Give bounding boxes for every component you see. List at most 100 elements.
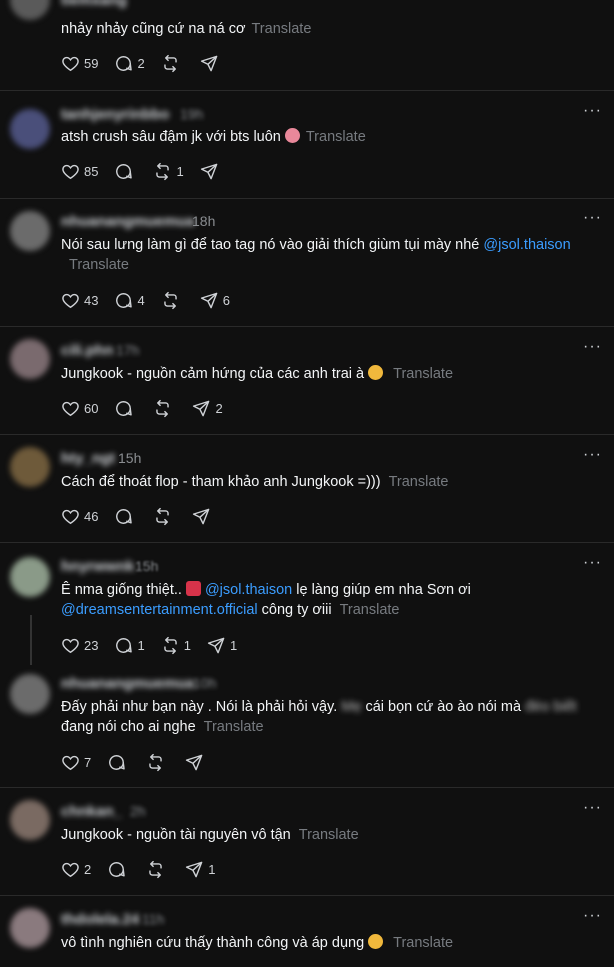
like-count: 59 [84, 55, 99, 71]
repost-icon [163, 636, 177, 654]
translate-link[interactable]: Translate [69, 257, 129, 273]
translate-link[interactable]: Translate [393, 935, 453, 951]
like-button[interactable]: 43 [61, 291, 98, 310]
username[interactable]: tiemxang [61, 0, 127, 9]
like-button[interactable]: 7 [61, 753, 91, 772]
reply-button[interactable]: 1 [114, 636, 145, 655]
avatar[interactable] [10, 211, 50, 251]
avatar[interactable] [10, 800, 50, 840]
avatar[interactable] [10, 109, 50, 149]
avatar[interactable] [10, 447, 50, 487]
avatar[interactable] [10, 339, 50, 379]
more-icon[interactable]: ··· [583, 799, 602, 817]
translate-link[interactable]: Translate [340, 602, 400, 618]
mention-link[interactable]: @jsol.thaison [205, 582, 292, 598]
translate-link[interactable]: Translate [299, 827, 359, 843]
reply-count: 4 [137, 292, 145, 308]
more-icon[interactable]: ··· [583, 554, 602, 572]
send-icon [207, 637, 225, 653]
share-button[interactable] [185, 753, 208, 772]
reply-button[interactable] [107, 753, 130, 772]
send-icon [200, 292, 218, 308]
mention-link[interactable]: @jsol.thaison [483, 237, 570, 253]
more-icon[interactable]: ··· [583, 446, 602, 464]
username[interactable]: hty_ngt [61, 450, 115, 467]
mention-link[interactable]: @dreamsentertainment.official [61, 602, 258, 618]
share-button[interactable]: 6 [200, 291, 230, 310]
repost-button[interactable]: 1 [153, 162, 184, 181]
repost-button[interactable] [153, 507, 176, 526]
post-text: Cách để thoát flop - tham khảo anh Jungk… [61, 472, 594, 492]
username[interactable]: chnkan_ [61, 803, 122, 820]
translate-link[interactable]: Translate [393, 366, 453, 382]
like-count: 2 [84, 861, 92, 877]
repost-button[interactable]: 1 [161, 636, 191, 655]
share-button[interactable] [200, 54, 223, 73]
repost-button[interactable] [153, 399, 176, 418]
translate-link[interactable]: Translate [306, 129, 366, 145]
avatar[interactable] [10, 557, 50, 597]
repost-button[interactable] [161, 291, 184, 310]
share-button[interactable]: 1 [185, 860, 215, 879]
action-bar: 85 1 [61, 161, 239, 181]
smirk-emoji-icon [368, 934, 384, 949]
post-text: Đấy phải như bạn này . Nói là phải hỏi v… [61, 697, 594, 737]
like-button[interactable]: 60 [61, 399, 98, 418]
repost-button[interactable] [146, 860, 169, 879]
avatar[interactable] [10, 908, 50, 948]
share-button[interactable]: 1 [207, 636, 237, 655]
repost-button[interactable] [161, 54, 184, 73]
reply-button[interactable] [114, 399, 137, 418]
translate-link[interactable]: Translate [389, 474, 449, 490]
repost-button[interactable] [146, 753, 169, 772]
like-button[interactable]: 2 [61, 860, 91, 879]
send-icon [186, 754, 203, 770]
timestamp: 19h [180, 106, 204, 122]
action-bar: 60 2 [61, 398, 239, 418]
post-text: nhảy nhảy cũng cứ na ná cơ Translate [61, 19, 594, 39]
like-button[interactable]: 23 [61, 636, 98, 655]
more-icon[interactable]: ··· [583, 338, 602, 356]
timestamp: 17h [116, 342, 140, 358]
comment-icon [109, 754, 125, 770]
like-button[interactable]: 59 [61, 54, 98, 73]
avatar[interactable] [10, 674, 50, 714]
username[interactable]: nhuanangmuemua [61, 213, 194, 230]
send-icon [193, 508, 210, 524]
heart-icon [62, 164, 79, 179]
post: nhuanangmuemua 10h Đấy phải như bạn này … [0, 660, 614, 786]
repost-icon [149, 753, 162, 771]
reply-button[interactable]: 4 [114, 291, 145, 310]
username[interactable]: hnyrwwnk [61, 558, 134, 575]
post-body-text: Nói sau lưng làm gì để tao tag nó vào gi… [61, 237, 480, 253]
translate-link[interactable]: Translate [204, 719, 264, 735]
action-bar: 23 1 1 1 [61, 635, 253, 655]
like-button[interactable]: 46 [61, 507, 98, 526]
broken-heart-icon [185, 581, 201, 596]
like-count: 43 [84, 292, 99, 308]
like-count: 7 [84, 754, 92, 770]
post-body-text: cái bọn cứ ào ào nói mà [365, 699, 522, 715]
reply-count: 2 [137, 55, 145, 71]
username[interactable]: cili.phn [61, 342, 114, 359]
username[interactable]: tanhjenyrinbbo [61, 106, 169, 123]
share-button[interactable] [192, 507, 215, 526]
more-icon[interactable]: ··· [583, 209, 602, 227]
reply-button[interactable] [114, 507, 137, 526]
translate-link[interactable]: Translate [251, 21, 311, 37]
avatar[interactable] [10, 0, 50, 20]
share-button[interactable] [200, 162, 223, 181]
share-button[interactable]: 2 [192, 399, 223, 418]
username[interactable]: thdolela.24 [61, 911, 139, 928]
share-count: 1 [208, 861, 216, 877]
action-bar: 43 4 6 [61, 290, 246, 310]
like-button[interactable]: 85 [61, 162, 98, 181]
reply-button[interactable] [114, 162, 137, 181]
more-icon[interactable]: ··· [583, 907, 602, 925]
post-body-text: lẹ làng giúp em nha Sơn ơi [296, 582, 471, 598]
reply-button[interactable]: 2 [114, 54, 145, 73]
username[interactable]: nhuanangmuemua [61, 675, 194, 692]
reply-button[interactable] [107, 860, 130, 879]
more-icon[interactable]: ··· [583, 102, 602, 120]
censored-text: đéo biết [525, 699, 577, 715]
